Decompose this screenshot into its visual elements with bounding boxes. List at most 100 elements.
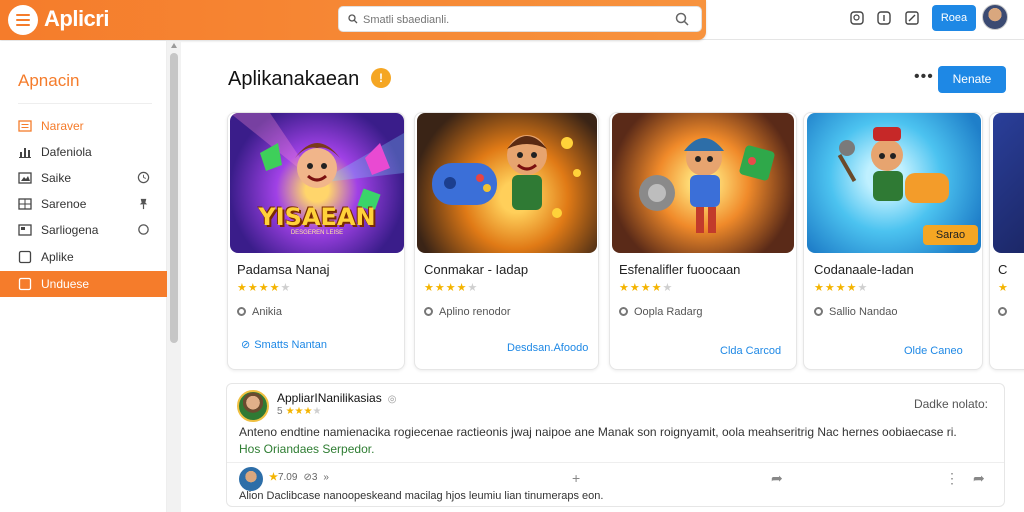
hero-character-image [639,138,775,233]
user-avatar[interactable] [982,4,1008,30]
card-cta-link[interactable]: ⊘ Smatts Nantan [241,338,327,351]
card-title[interactable]: Padamsa Nanaj [237,262,330,277]
developer-icon [814,307,823,316]
review-panel: AppliarINanilikasias ◎ 5 ★★★★ Dadke nolato… [226,383,1005,507]
app-card[interactable]: Conmakar - Iadap ★★★★★ Aplino renodor De… [414,112,599,370]
art-subtitle: DESGEREN LEISE [290,230,344,236]
sidebar-item-saike[interactable]: Saike [0,165,167,191]
developer-label [998,306,1013,318]
app-thumbnail[interactable] [993,113,1024,253]
more-options-icon[interactable]: ••• [914,68,934,86]
developer-icon [237,307,246,316]
app-thumbnail[interactable]: Sarao [807,113,981,253]
sidebar-item-label: Naraver [41,119,84,133]
app-thumbnail[interactable] [417,113,597,253]
scroll-up-icon[interactable] [171,43,177,48]
menu-logo-icon[interactable] [8,5,38,35]
grid-icon [18,198,32,210]
sidebar-item-aplike[interactable]: Aplike [0,244,167,270]
page-title: Aplikanakaean [228,68,360,90]
sidebar-item-sarenoe[interactable]: Sarenoe [0,191,167,217]
verified-icon: ◎ [387,394,397,405]
app-thumbnail[interactable] [612,113,794,253]
developer-icon [998,307,1007,316]
share-icon[interactable]: ➦ [771,470,783,487]
review-body: Anteno endtine namienacika rogiecenae ra… [239,425,957,439]
review-stats: ★7.09 ⊘3» [269,472,329,483]
sidebar-item-sarliogena[interactable]: Sarliogena [0,217,167,243]
rating-stars: ★ [998,282,1009,294]
review-rating: 5 ★★★★ [277,406,322,417]
search-input[interactable] [363,11,663,29]
app-card-partial[interactable]: C ★ [989,112,1024,370]
app-thumbnail[interactable]: YISAEAN DESGEREN LEISE [230,113,404,253]
clock-icon [137,171,150,184]
card-title[interactable]: Codanaale-Iadan [814,262,914,277]
review-date: Dadke nolato: [913,397,988,411]
developer-label: Anikia [237,306,282,318]
reviewer-name[interactable]: AppliarINanilikasias ◎ [277,391,396,405]
list-icon [18,120,32,132]
sidebar-title: Apnacin [18,71,80,90]
zoom-icon[interactable] [850,11,864,25]
search-bar[interactable] [338,6,702,32]
price-tag: Sarao [923,225,978,245]
developer-label: Aplino renodor [424,306,511,318]
rating-stars: ★★★★★ [424,282,479,294]
app-card[interactable]: YISAEAN DESGEREN LEISE Padamsa Nanaj ★★★… [227,112,405,370]
app-card[interactable]: Sarao Codanaale-Iadan ★★★★★ Sallio Nanda… [803,112,983,370]
card-cta-link[interactable]: Olde Caneo [904,345,963,357]
reply-icon[interactable]: ➦ [973,470,985,487]
art-title: YISAEAN [258,203,376,231]
developer-icon [424,307,433,316]
brand-name[interactable]: Aplicri [44,6,109,32]
info-icon[interactable] [877,11,891,25]
reviewer-avatar[interactable] [237,390,269,422]
commenter-avatar[interactable] [239,467,263,491]
header-action-button[interactable]: Roea [932,5,976,31]
rating-stars: ★★★★★ [237,282,292,294]
card-cta-link[interactable]: Desdsan.Afoodo [507,342,588,354]
scrollbar-thumb[interactable] [170,53,178,343]
title-badge: ! [371,68,391,88]
rating-stars: ★★★★★ [619,282,674,294]
sidebar-scrollbar[interactable] [167,41,181,512]
image-icon [18,172,32,184]
sidebar-item-naraver[interactable]: Naraver [0,113,167,139]
sidebar-item-unduese[interactable]: Unduese [0,271,167,297]
review-tags[interactable]: Hos Oriandaes Serpedor. [239,442,374,456]
card-title-partial: C [998,262,1008,277]
square-icon [18,250,32,264]
sidebar-item-label: Aplike [41,250,74,264]
hero-character-image [432,135,581,218]
bar-chart-icon [19,148,31,158]
sidebar-divider [18,103,152,104]
developer-label: Sallio Nandao [814,306,898,318]
link-icon: ⊘ [241,339,251,351]
review-footer-text: Alion Daclibcase nanoopeskeand macilag h… [239,490,604,502]
sidebar-item-label: Dafeniola [41,145,92,159]
sidebar: Apnacin Naraver Dafeniola Saike Sarenoe … [0,41,167,512]
card-title[interactable]: Esfenalifler fuoocaan [619,262,740,277]
more-vertical-icon[interactable]: ⋮ [945,470,959,487]
circle-icon [138,224,149,235]
pin-icon [139,198,148,210]
rating-stars: ★★★★★ [814,282,869,294]
developer-label: Oopla Radarg [619,306,703,318]
sidebar-item-label: Saike [41,171,72,185]
app-card[interactable]: Esfenalifler fuoocaan ★★★★★ Oopla Radarg… [609,112,797,370]
sidebar-item-label: Unduese [41,277,90,291]
sidebar-item-dafeniola[interactable]: Dafeniola [0,139,167,165]
search-small-icon [348,14,358,24]
add-icon[interactable]: + [572,470,580,486]
edit-icon[interactable] [905,11,919,25]
brand-header: Aplicri [0,0,706,40]
card-title[interactable]: Conmakar - Iadap [424,262,528,277]
review-divider [227,462,1004,463]
primary-action-button[interactable]: Nenate [938,66,1006,93]
square-icon [18,277,32,291]
sidebar-item-label: Sarenoe [41,197,87,211]
search-icon[interactable] [675,12,689,26]
sidebar-item-label: Sarliogena [41,223,99,237]
card-cta-link[interactable]: Clda Carcod [720,345,781,357]
